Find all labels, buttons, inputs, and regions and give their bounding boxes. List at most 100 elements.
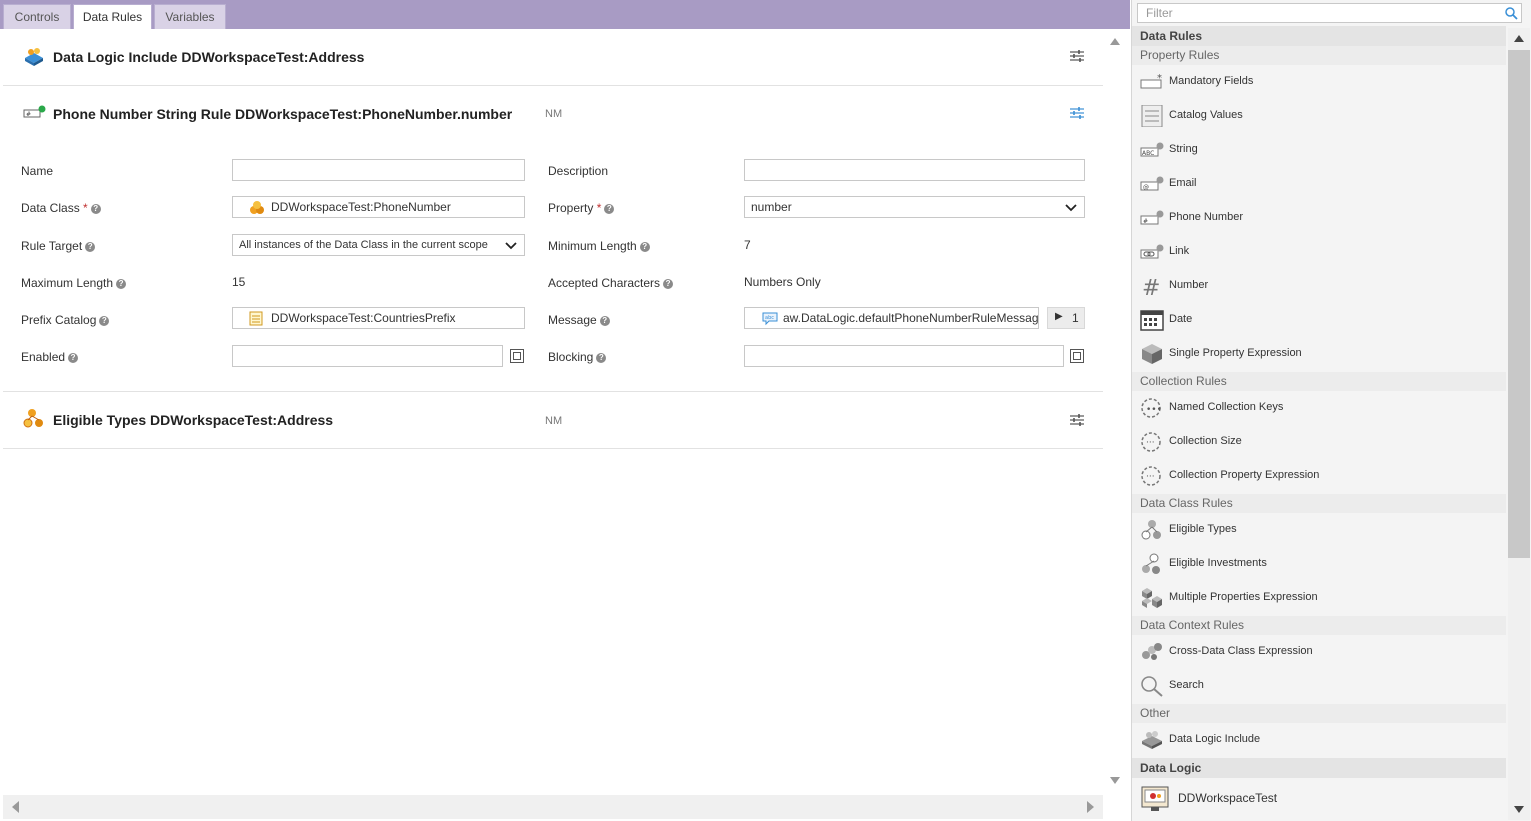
settings-tune-icon[interactable] <box>1070 413 1084 427</box>
scroll-right-icon[interactable] <box>1087 801 1095 813</box>
help-icon[interactable]: ? <box>596 352 607 363</box>
maximum-length-value[interactable]: 15 <box>232 275 245 289</box>
palette-scrollbar[interactable] <box>1508 28 1530 820</box>
cubes-icon <box>1142 588 1162 608</box>
accepted-characters-value[interactable]: Numbers Only <box>744 275 821 289</box>
expression-picker-button[interactable] <box>510 349 524 363</box>
help-icon[interactable]: ? <box>99 315 110 326</box>
svg-text:···: ··· <box>1146 472 1155 482</box>
palette-item-eligible-types[interactable]: Eligible Types <box>1132 513 1506 547</box>
blocking-label: Blocking? <box>548 350 607 364</box>
palette-item-collection-size[interactable]: ··· Collection Size <box>1132 425 1506 459</box>
nm-label: NM <box>545 415 563 427</box>
svg-text:#: # <box>1143 218 1148 225</box>
svg-text:@: @ <box>1143 184 1149 191</box>
chevron-down-icon <box>505 242 517 250</box>
palette-item-multiple-properties-expression[interactable]: Multiple Properties Expression <box>1132 581 1506 615</box>
property-select[interactable]: number <box>744 196 1085 218</box>
help-icon[interactable]: ? <box>68 352 79 363</box>
filter-input[interactable]: Filter <box>1137 3 1522 23</box>
enabled-label: Enabled? <box>21 350 79 364</box>
mandatory-fields-icon: * <box>1140 73 1162 89</box>
tab-variables[interactable]: Variables <box>154 4 226 29</box>
palette-item-ddworkspacetest[interactable]: DDWorkspaceTest <box>1132 780 1506 818</box>
palette-item-number[interactable]: # Number <box>1132 269 1506 303</box>
scroll-left-icon[interactable] <box>11 801 19 813</box>
scroll-down-icon[interactable] <box>1514 806 1524 814</box>
scrollbar-thumb[interactable] <box>1508 50 1530 558</box>
name-input[interactable] <box>232 159 525 181</box>
prefix-catalog-label: Prefix Catalog? <box>21 313 110 327</box>
help-icon[interactable]: ? <box>90 203 101 214</box>
divider <box>3 85 1103 86</box>
subsection-collection-rules: Collection Rules <box>1132 372 1506 391</box>
settings-tune-icon[interactable] <box>1070 106 1084 120</box>
help-icon[interactable]: ? <box>599 315 610 326</box>
catalog-icon <box>249 311 263 326</box>
palette-item-single-property-expression[interactable]: Single Property Expression <box>1132 337 1506 371</box>
eligible-types-icon <box>1141 520 1161 540</box>
message-label: Message? <box>548 313 610 327</box>
palette-item-catalog-values[interactable]: Catalog Values <box>1132 99 1506 133</box>
palette-item-phone-number[interactable]: # Phone Number <box>1132 201 1506 235</box>
palette-item-link[interactable]: Link <box>1132 235 1506 269</box>
palette-item-search[interactable]: Search <box>1132 669 1506 703</box>
subsection-data-context-rules: Data Context Rules <box>1132 616 1506 635</box>
minimum-length-value[interactable]: 7 <box>744 238 751 252</box>
section-data-logic: Data Logic <box>1132 758 1506 778</box>
settings-tune-icon[interactable] <box>1070 49 1084 63</box>
vertical-scrollbar[interactable] <box>1104 29 1128 794</box>
message-count-button[interactable]: ▶ 1 <box>1047 307 1085 329</box>
palette-item-string[interactable]: ABC String <box>1132 133 1506 167</box>
prefix-catalog-picker[interactable]: DDWorkspaceTest:CountriesPrefix <box>232 307 525 329</box>
palette-item-email[interactable]: @ Email <box>1132 167 1506 201</box>
expression-picker-button[interactable] <box>1070 349 1084 363</box>
help-icon[interactable]: ? <box>639 241 650 252</box>
help-icon[interactable]: ? <box>604 203 615 214</box>
palette-item-named-collection-keys[interactable]: ••• Named Collection Keys <box>1132 391 1506 425</box>
accepted-characters-label: Accepted Characters? <box>548 276 674 290</box>
email-icon: @ <box>1140 176 1164 191</box>
svg-text:ABC: ABC <box>1142 150 1154 157</box>
rule-target-select[interactable]: All instances of the Data Class in the c… <box>232 234 525 256</box>
palette-item-date[interactable]: Date <box>1132 303 1506 337</box>
help-icon[interactable]: ? <box>116 278 127 289</box>
search-icon <box>1141 676 1163 697</box>
blocking-input[interactable] <box>744 345 1064 367</box>
divider <box>3 391 1103 392</box>
name-label: Name <box>21 164 54 178</box>
palette-item-eligible-investments[interactable]: Eligible Investments <box>1132 547 1506 581</box>
description-input[interactable] <box>744 159 1085 181</box>
play-icon: ▶ <box>1055 311 1063 322</box>
divider <box>3 448 1103 449</box>
data-class-icon <box>250 201 264 214</box>
scroll-down-icon[interactable] <box>1110 777 1120 785</box>
palette-item-collection-property-expression[interactable]: ··· Collection Property Expression <box>1132 459 1506 493</box>
scroll-up-icon[interactable] <box>1110 37 1120 45</box>
phone-number-icon: # <box>1140 210 1164 225</box>
palette-item-data-logic-include[interactable]: Data Logic Include <box>1132 723 1506 757</box>
horizontal-scrollbar[interactable] <box>3 795 1103 819</box>
svg-text:···: ··· <box>1146 438 1155 448</box>
search-icon[interactable] <box>1505 7 1518 20</box>
svg-text:*: * <box>1157 73 1162 84</box>
message-picker[interactable]: abc aw.DataLogic.defaultPhoneNumberRuleM… <box>744 307 1039 329</box>
rule-target-label: Rule Target? <box>21 239 96 253</box>
tab-bar: Controls Data Rules Variables <box>0 0 1130 29</box>
rule-title: Phone Number String Rule DDWorkspaceTest… <box>53 106 513 122</box>
help-icon[interactable]: ? <box>663 278 674 289</box>
svg-text:•••: ••• <box>1146 405 1162 415</box>
palette-item-mandatory-fields[interactable]: * Mandatory Fields <box>1132 65 1506 99</box>
scroll-up-icon[interactable] <box>1514 34 1524 42</box>
nm-label: NM <box>545 108 563 120</box>
data-class-picker[interactable]: DDWorkspaceTest:PhoneNumber <box>232 196 525 218</box>
tab-controls[interactable]: Controls <box>3 4 71 29</box>
collection-size-icon: ··· <box>1141 432 1161 452</box>
subsection-data-class-rules: Data Class Rules <box>1132 494 1506 513</box>
tab-data-rules[interactable]: Data Rules <box>73 4 152 29</box>
maximum-length-label: Maximum Length? <box>21 276 127 290</box>
palette-item-cross-data-class-expression[interactable]: Cross-Data Class Expression <box>1132 635 1506 669</box>
rule-title: Eligible Types DDWorkspaceTest:Address <box>53 412 334 428</box>
enabled-input[interactable] <box>232 345 503 367</box>
help-icon[interactable]: ? <box>85 241 96 252</box>
